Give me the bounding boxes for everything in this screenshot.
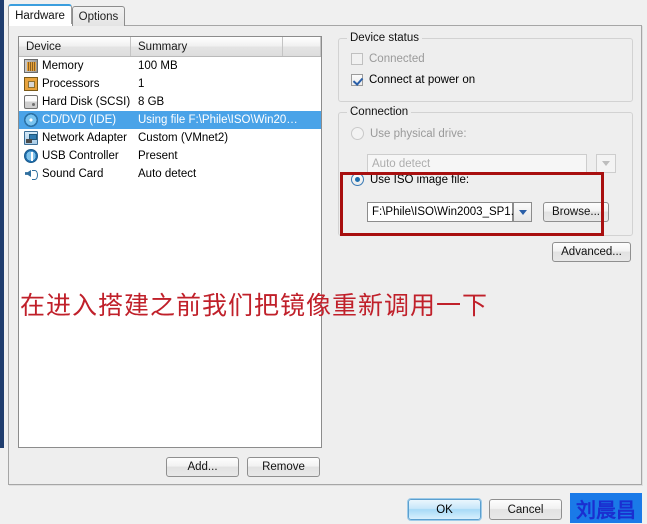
- device-label: Processors: [42, 78, 100, 90]
- device-name-cell: Sound Card: [24, 167, 138, 181]
- browse-button[interactable]: Browse...: [543, 202, 609, 222]
- table-row-selected[interactable]: CD/DVD (IDE) Using file F:\Phile\ISO\Win…: [19, 111, 321, 129]
- device-summary: 100 MB: [138, 60, 178, 72]
- device-name-cell: USB Controller: [24, 149, 138, 163]
- column-header-summary[interactable]: Summary: [131, 37, 283, 56]
- device-name-cell: Network Adapter: [24, 131, 138, 145]
- device-status-group: Device status Connected Connect at power…: [338, 32, 633, 102]
- remove-device-button[interactable]: Remove: [247, 457, 320, 477]
- use-physical-drive-label: Use physical drive:: [370, 127, 467, 140]
- device-name-cell: CD/DVD (IDE): [24, 113, 138, 127]
- radio-use-physical-drive[interactable]: [351, 127, 364, 140]
- network-adapter-icon: [24, 131, 38, 145]
- device-status-title: Device status: [347, 32, 423, 44]
- add-device-button[interactable]: Add...: [166, 457, 239, 477]
- table-row[interactable]: Network Adapter Custom (VMnet2): [19, 129, 321, 147]
- device-label: Hard Disk (SCSI): [42, 96, 131, 108]
- use-iso-image-row[interactable]: Use ISO image file:: [351, 173, 469, 186]
- connected-label: Connected: [369, 53, 425, 65]
- device-summary: 8 GB: [138, 96, 165, 108]
- column-header-extra[interactable]: [283, 37, 321, 56]
- connect-at-power-on-label: Connect at power on: [369, 74, 476, 86]
- cancel-button[interactable]: Cancel: [489, 499, 562, 520]
- chevron-down-icon: [602, 161, 610, 166]
- ok-button[interactable]: OK: [407, 498, 482, 521]
- annotation-text: 在进入搭建之前我们把镜像重新调用一下: [20, 291, 489, 320]
- device-summary: Custom (VMnet2): [138, 132, 229, 144]
- usb-controller-icon: [24, 149, 38, 163]
- iso-path-input[interactable]: F:\Phile\ISO\Win2003_SP1.iso: [367, 202, 529, 222]
- device-name-cell: Processors: [24, 77, 138, 91]
- device-list[interactable]: Device Summary Memory 100 MB Processors …: [18, 36, 322, 448]
- device-summary: Present: [138, 150, 178, 162]
- radio-use-iso-image[interactable]: [351, 173, 364, 186]
- tab-strip: Hardware Options: [8, 4, 643, 26]
- physical-drive-combo-input: Auto detect: [367, 154, 587, 173]
- device-name-cell: Memory: [24, 59, 138, 73]
- table-row[interactable]: USB Controller Present: [19, 147, 321, 165]
- physical-drive-combo-arrow: [596, 154, 616, 173]
- checkbox-connected[interactable]: [351, 53, 363, 65]
- device-name-cell: Hard Disk (SCSI): [24, 95, 138, 109]
- memory-icon: [24, 59, 38, 73]
- cd-dvd-icon: [24, 113, 38, 127]
- column-header-device[interactable]: Device: [19, 37, 131, 56]
- device-summary: Auto detect: [138, 168, 197, 180]
- device-list-header: Device Summary: [19, 37, 321, 57]
- device-summary: Using file F:\Phile\ISO\Win20…: [138, 114, 298, 126]
- tab-hardware-label: Hardware: [15, 10, 65, 22]
- chevron-down-icon: [518, 209, 527, 215]
- table-row[interactable]: Sound Card Auto detect: [19, 165, 321, 183]
- device-label: Sound Card: [42, 168, 104, 180]
- connect-at-power-on-row[interactable]: Connect at power on: [351, 74, 475, 86]
- checkbox-connect-at-power-on[interactable]: [351, 74, 363, 86]
- device-label: Network Adapter: [42, 132, 128, 144]
- tab-hardware[interactable]: Hardware: [8, 4, 72, 26]
- watermark: 刘晨昌: [570, 493, 642, 523]
- use-iso-image-label: Use ISO image file:: [370, 173, 470, 186]
- processor-icon: [24, 77, 38, 91]
- connected-checkbox-row[interactable]: Connected: [351, 53, 425, 65]
- vm-settings-dialog: Hardware Options Device Summary Memory 1…: [0, 0, 647, 524]
- table-row[interactable]: Processors 1: [19, 75, 321, 93]
- device-list-rows: Memory 100 MB Processors 1 Hard Disk (SC…: [19, 57, 321, 183]
- tab-options[interactable]: Options: [72, 6, 125, 26]
- advanced-button[interactable]: Advanced...: [552, 242, 631, 262]
- iso-path-combo-arrow[interactable]: [513, 202, 532, 222]
- device-label: CD/DVD (IDE): [42, 114, 117, 126]
- tab-options-label: Options: [78, 10, 119, 23]
- tab-seam-mask: [9, 24, 72, 26]
- device-label: USB Controller: [42, 150, 119, 162]
- sound-card-icon: [24, 167, 38, 181]
- hard-disk-icon: [24, 95, 38, 109]
- use-physical-drive-row[interactable]: Use physical drive:: [351, 127, 467, 140]
- table-row[interactable]: Hard Disk (SCSI) 8 GB: [19, 93, 321, 111]
- device-label: Memory: [42, 60, 84, 72]
- device-summary: 1: [138, 78, 145, 90]
- table-row[interactable]: Memory 100 MB: [19, 57, 321, 75]
- connection-title: Connection: [347, 106, 412, 118]
